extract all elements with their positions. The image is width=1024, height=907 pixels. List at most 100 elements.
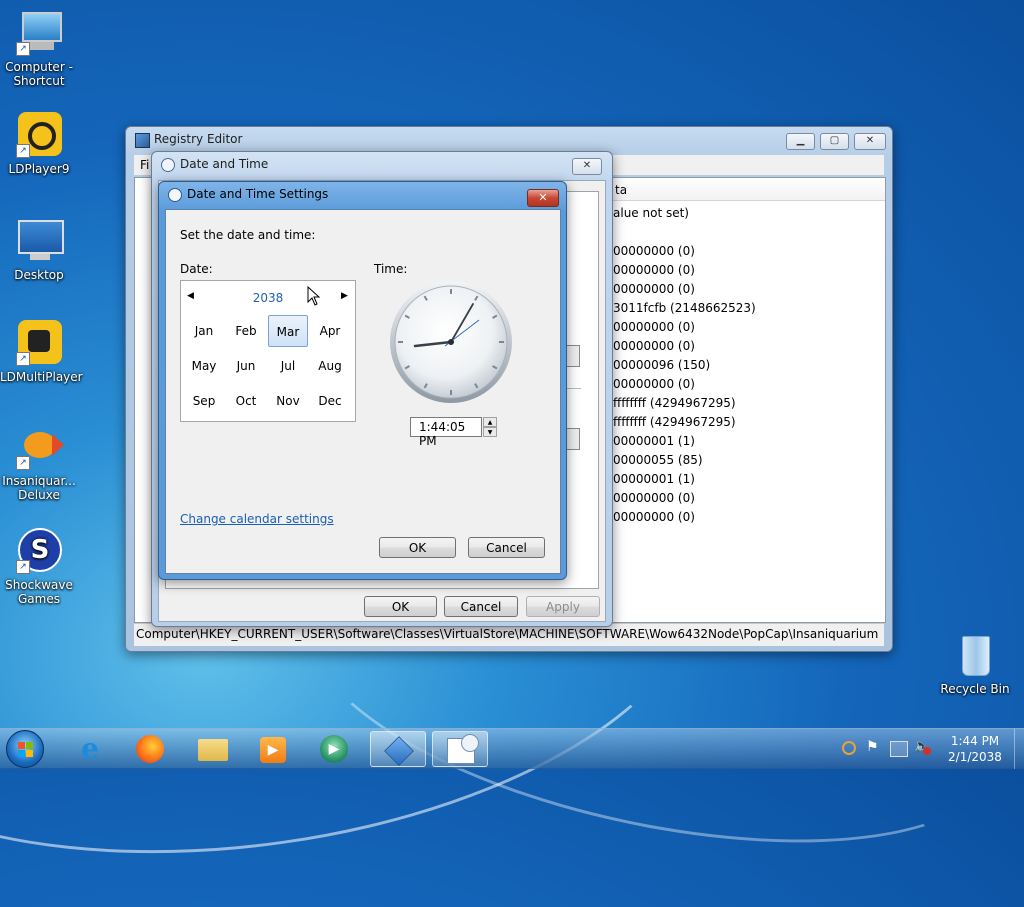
value-row[interactable]: alue not set) <box>613 204 883 223</box>
value-row[interactable]: 00000000 (0) <box>613 261 883 280</box>
shockwave-icon: S ↗ <box>16 528 62 574</box>
month-oct[interactable]: Oct <box>226 385 266 417</box>
value-row[interactable]: 00000000 (0) <box>613 337 883 356</box>
close-button[interactable]: ✕ <box>527 189 559 207</box>
taskbar-firefox[interactable] <box>122 731 178 767</box>
date-label: Date: <box>180 262 213 276</box>
taskbar-app-green[interactable]: ▶ <box>306 731 362 767</box>
clock[interactable]: 1:44 PM 2/1/2038 <box>940 733 1010 765</box>
time-input[interactable]: 1:44:05 PM <box>410 417 482 448</box>
value-row[interactable]: 00000000 (0) <box>613 242 883 261</box>
clock-time: 1:44 PM <box>950 734 1000 748</box>
maximize-button[interactable]: ▢ <box>820 133 849 150</box>
value-row[interactable]: 00000055 (85) <box>613 451 883 470</box>
cancel-button[interactable]: Cancel <box>444 596 518 617</box>
date-time-title: Date and Time <box>180 157 269 171</box>
desktop-icon-recycle-bin[interactable]: Recycle Bin <box>936 632 1014 696</box>
value-row[interactable]: 3011fcfb (2148662523) <box>613 299 883 318</box>
change-calendar-link[interactable]: Change calendar settings <box>180 512 334 526</box>
mouse-cursor <box>307 286 321 306</box>
value-row[interactable]: 00000000 (0) <box>613 489 883 508</box>
registry-editor-titlebar[interactable]: Registry Editor <box>126 127 892 151</box>
desktop-icon-label: LDMultiPlayer <box>0 370 83 384</box>
start-button[interactable] <box>6 730 44 768</box>
green-app-icon: ▶ <box>320 735 348 763</box>
time-label: Time: <box>374 262 408 276</box>
month-jul[interactable]: Jul <box>268 350 308 382</box>
time-spin-down[interactable]: ▼ <box>483 427 497 437</box>
taskbar-registry-editor[interactable] <box>370 731 426 767</box>
hidden-button-edge <box>567 428 580 450</box>
ok-button[interactable]: OK <box>364 596 437 617</box>
cancel-button[interactable]: Cancel <box>468 537 545 558</box>
month-sep[interactable]: Sep <box>184 385 224 417</box>
desktop-icon-desktop[interactable]: Desktop <box>0 218 78 282</box>
value-row[interactable]: 00000096 (150) <box>613 356 883 375</box>
month-jan[interactable]: Jan <box>184 315 224 347</box>
date-time-settings-dialog[interactable]: Date and Time Settings ✕ Set the date an… <box>158 181 567 580</box>
tray-network-icon[interactable] <box>890 741 908 757</box>
registry-icon <box>135 133 150 148</box>
media-player-icon: ▶ <box>260 737 286 763</box>
folder-icon <box>198 739 228 761</box>
menu-file[interactable]: Fi <box>140 158 149 172</box>
desktop-icon-computer[interactable]: ↗ Computer - Shortcut <box>0 10 78 88</box>
value-row[interactable]: 00000000 (0) <box>613 375 883 394</box>
month-aug[interactable]: Aug <box>310 350 350 382</box>
column-header-data[interactable]: ta <box>611 178 885 201</box>
value-row[interactable]: 00000001 (1) <box>613 432 883 451</box>
desktop-icon-label: Computer - Shortcut <box>5 60 73 88</box>
month-dec[interactable]: Dec <box>310 385 350 417</box>
computer-icon: ↗ <box>16 10 62 56</box>
value-row[interactable]: 00000000 (0) <box>613 318 883 337</box>
minimize-button[interactable]: ▁ <box>786 133 815 150</box>
desktop-icon-ldmultiplayer[interactable]: ↗ LDMultiPlayer <box>0 320 83 384</box>
close-button[interactable]: ✕ <box>572 158 602 175</box>
taskbar-media-player[interactable]: ▶ <box>244 731 300 767</box>
calendar[interactable]: ◀ 2038 ▶ Jan Feb Mar Apr May Jun Jul Aug Sep Oct N… <box>180 280 356 422</box>
show-desktop-button[interactable] <box>1014 729 1024 769</box>
month-nov[interactable]: Nov <box>268 385 308 417</box>
ldplayer-icon: ↗ <box>16 112 62 158</box>
desktop-folder-icon <box>16 218 64 264</box>
month-may[interactable]: May <box>184 350 224 382</box>
calendar-year-header[interactable]: 2038 <box>181 291 355 305</box>
month-jun[interactable]: Jun <box>226 350 266 382</box>
desktop-icon-shockwave[interactable]: S ↗ Shockwave Games <box>0 528 78 606</box>
month-mar[interactable]: Mar <box>268 315 308 347</box>
recycle-bin-icon <box>952 632 998 678</box>
settings-body: Set the date and time: Date: Time: ◀ 203… <box>165 209 561 574</box>
internet-explorer-icon: e <box>81 732 99 765</box>
value-row[interactable]: ffffffff (4294967295) <box>613 394 883 413</box>
apply-button[interactable]: Apply <box>526 596 600 617</box>
values-list: alue not set) 00000000 (0) 00000000 (0) 000… <box>613 204 883 527</box>
settings-titlebar[interactable]: Date and Time Settings <box>159 182 566 206</box>
value-row[interactable]: 00000000 (0) <box>613 508 883 527</box>
tray-search-icon[interactable] <box>842 741 856 755</box>
hidden-button-edge <box>567 345 580 367</box>
ok-button[interactable]: OK <box>379 537 456 558</box>
desktop-icon-insaniquarium[interactable]: ↗ Insaniquar... Deluxe <box>0 424 78 502</box>
month-apr[interactable]: Apr <box>310 315 350 347</box>
registry-icon <box>384 736 414 766</box>
clock-icon <box>168 188 182 202</box>
calendar-next-button[interactable]: ▶ <box>341 291 348 301</box>
tray-volume-muted-badge <box>923 747 931 755</box>
tray-flag-icon[interactable]: ⚑ <box>866 739 880 757</box>
value-row[interactable]: 00000000 (0) <box>613 280 883 299</box>
close-button[interactable]: ✕ <box>854 133 886 150</box>
clock-date: 2/1/2038 <box>948 750 1002 764</box>
desktop-icon-ldplayer9[interactable]: ↗ LDPlayer9 <box>0 112 78 176</box>
desktop-icon-label: Desktop <box>14 268 64 282</box>
value-row[interactable]: ffffffff (4294967295) <box>613 413 883 432</box>
value-row[interactable]: 00000001 (1) <box>613 470 883 489</box>
clock-icon <box>161 158 175 172</box>
value-row[interactable] <box>613 223 883 242</box>
taskbar: e ▶ ▶ ⚑ 🔈 1:44 PM 2/1/2038 <box>0 728 1024 769</box>
date-time-titlebar[interactable]: Date and Time <box>152 152 612 176</box>
month-feb[interactable]: Feb <box>226 315 266 347</box>
taskbar-internet-explorer[interactable]: e <box>62 731 118 767</box>
time-spin-up[interactable]: ▲ <box>483 417 497 427</box>
taskbar-explorer[interactable] <box>184 731 240 767</box>
taskbar-date-time[interactable] <box>432 731 488 767</box>
